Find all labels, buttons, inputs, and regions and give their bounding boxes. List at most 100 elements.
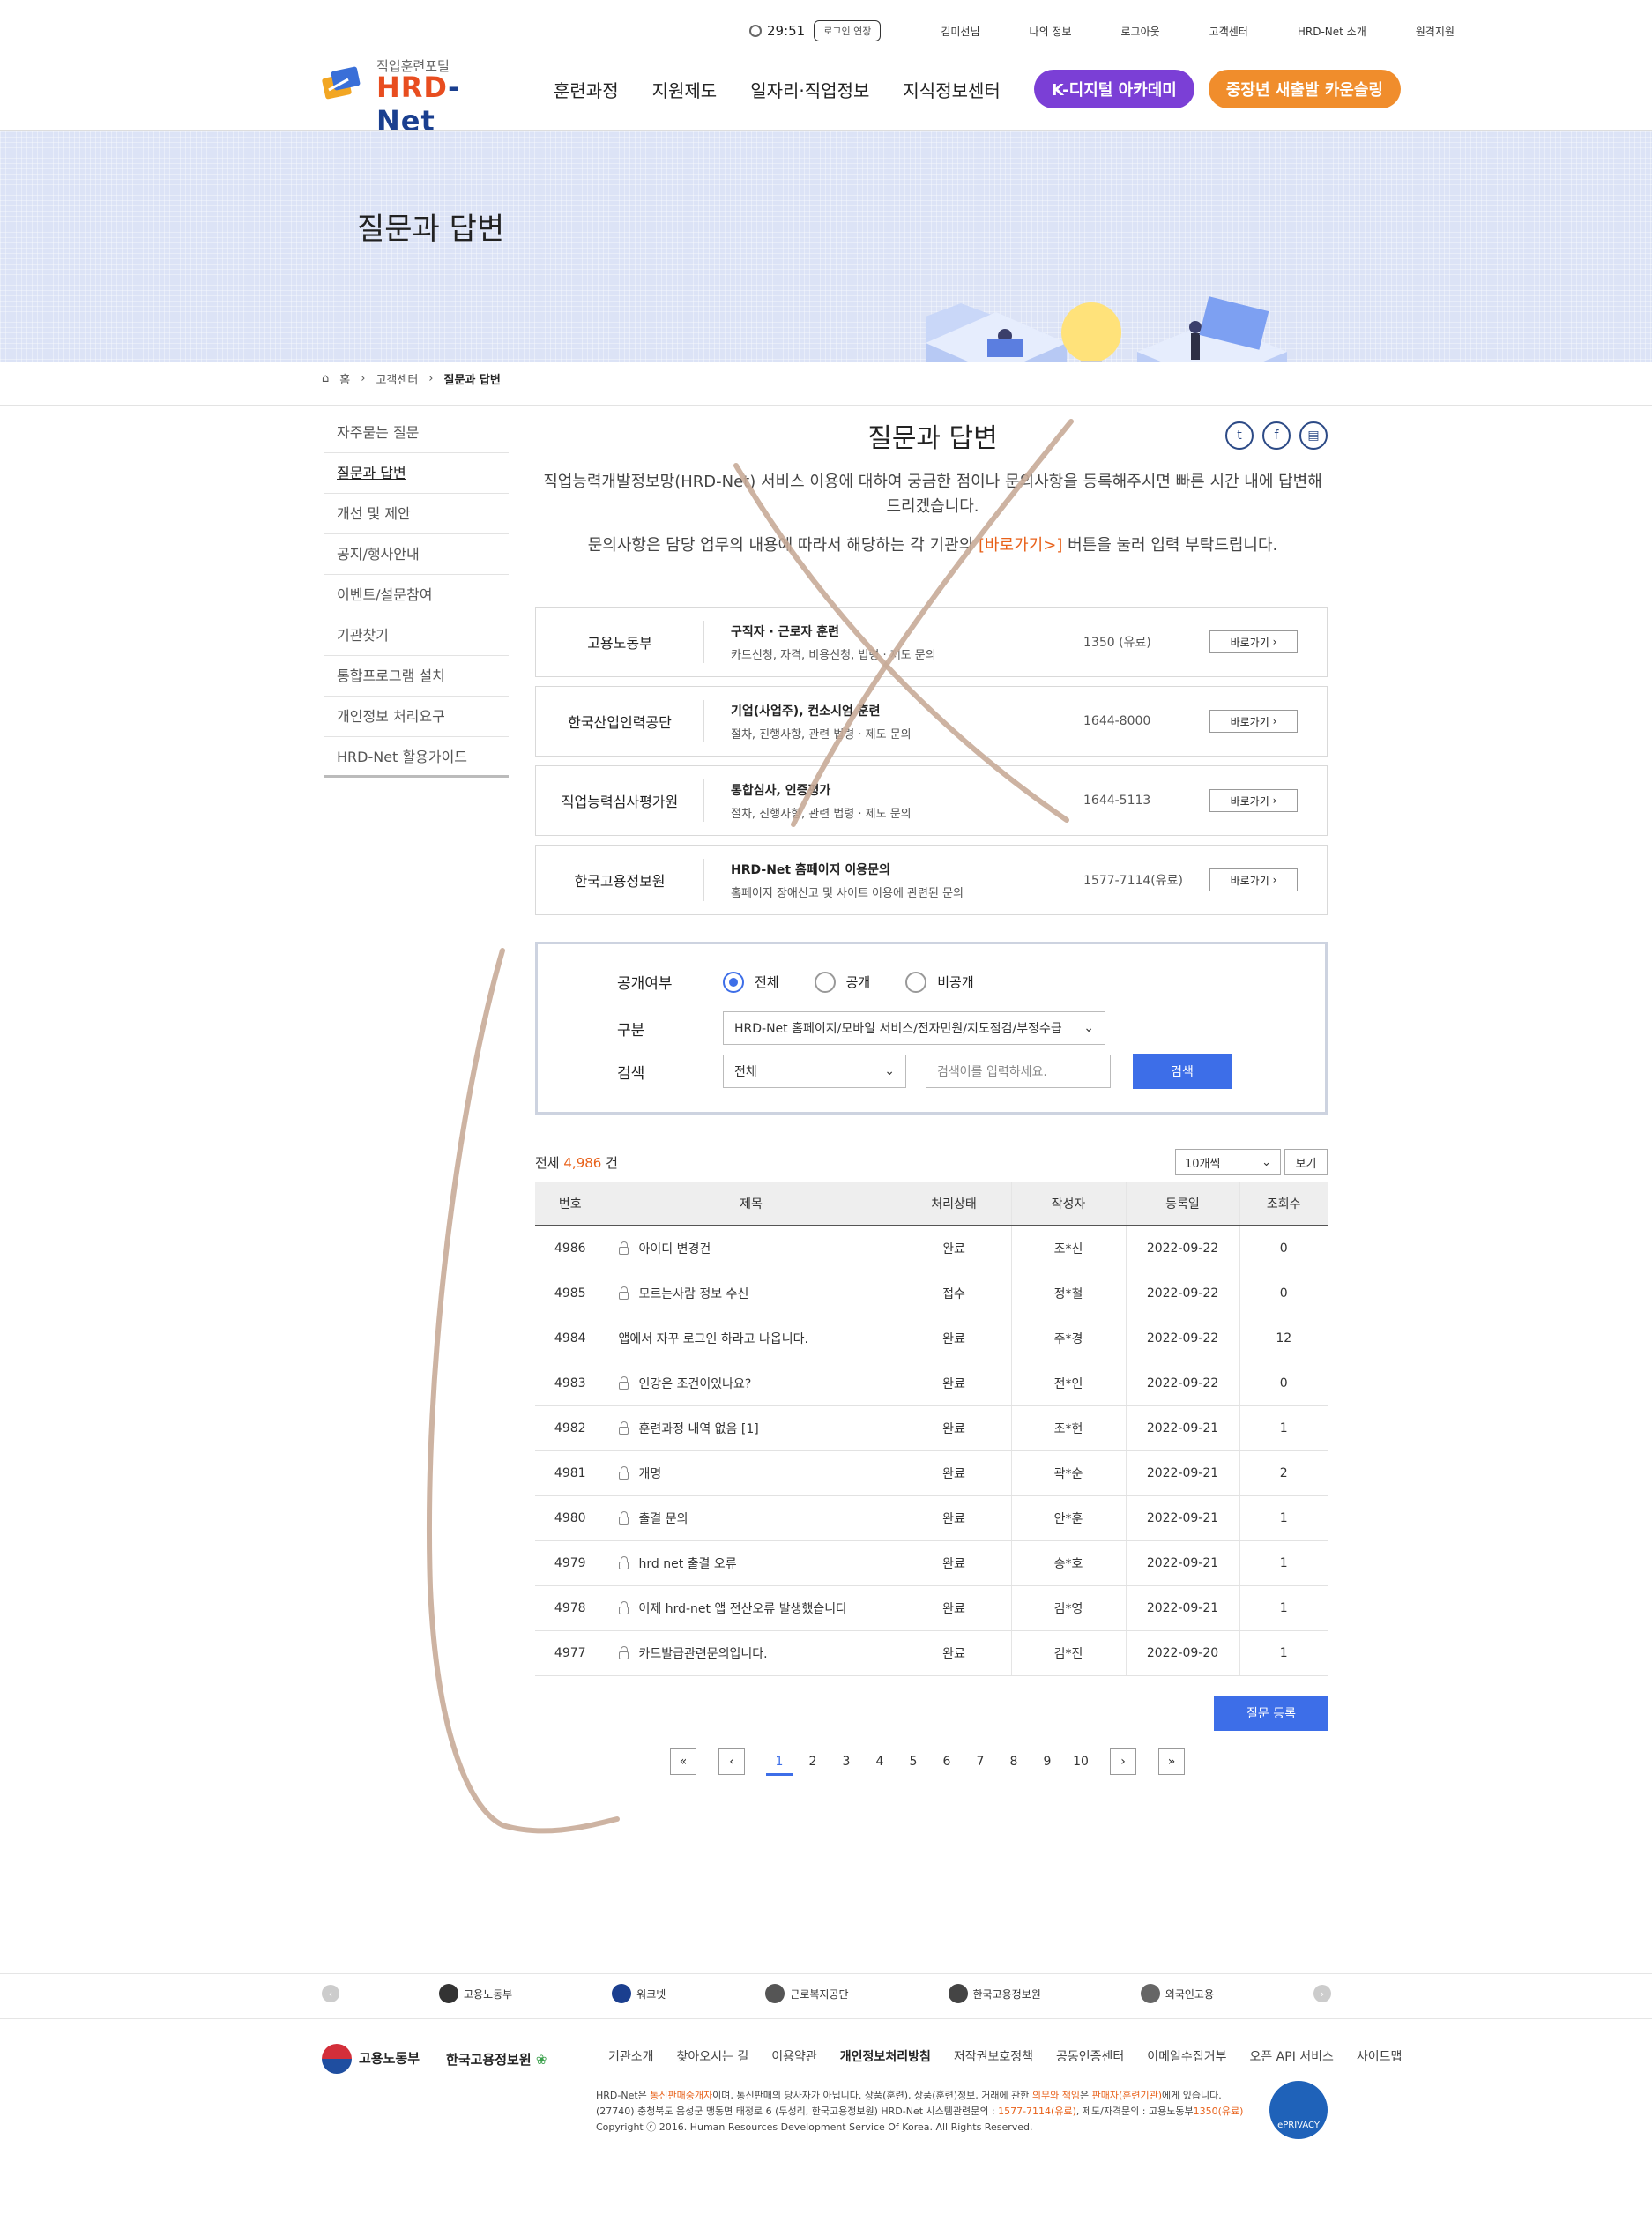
- next-page-icon[interactable]: ›: [1110, 1748, 1136, 1775]
- row-title-cell[interactable]: 개명: [605, 1450, 897, 1496]
- util-link-about[interactable]: HRD-Net 소개: [1298, 24, 1366, 39]
- page-number[interactable]: 8: [997, 1755, 1031, 1769]
- row-title[interactable]: 모르는사람 정보 수신: [639, 1287, 749, 1301]
- util-link-logout[interactable]: 로그아웃: [1121, 24, 1160, 39]
- extend-login-button[interactable]: 로그인 연장: [814, 20, 882, 41]
- row-title[interactable]: 훈련과정 내역 없음 [1]: [639, 1422, 759, 1436]
- register-question-button[interactable]: 질문 등록: [1214, 1696, 1328, 1731]
- agency-go-button[interactable]: 바로가기 ›: [1209, 710, 1298, 733]
- footer-menu-cert[interactable]: 공동인증센터: [1056, 2047, 1124, 2065]
- category-select[interactable]: HRD-Net 홈페이지/모바일 서비스/전자민원/지도점검/부정수급 ⌄: [723, 1011, 1105, 1045]
- agency-go-button[interactable]: 바로가기 ›: [1209, 630, 1298, 653]
- footer-link-worknet[interactable]: 워크넷: [612, 1984, 666, 2003]
- search-button[interactable]: 검색: [1133, 1054, 1232, 1089]
- row-title[interactable]: 출결 문의: [639, 1512, 688, 1526]
- nav-knowledge[interactable]: 지식정보센터: [903, 77, 1000, 102]
- prev-arrow-icon[interactable]: ‹: [322, 1985, 339, 2002]
- util-link-remote-support[interactable]: 원격지원: [1416, 24, 1455, 39]
- footer-menu-terms[interactable]: 이용약관: [771, 2047, 817, 2065]
- row-title-cell[interactable]: 훈련과정 내역 없음 [1]: [605, 1405, 897, 1451]
- nav-digital-academy-button[interactable]: K-디지털 아카데미: [1033, 70, 1194, 108]
- footer-link-eps[interactable]: 외국인고용: [1140, 1984, 1214, 2003]
- row-title[interactable]: 카드발급관련문의입니다.: [639, 1647, 768, 1661]
- nav-jobs[interactable]: 일자리·직업정보: [750, 77, 869, 102]
- facebook-icon[interactable]: f: [1262, 421, 1291, 450]
- footer-menu-email-refuse[interactable]: 이메일수집거부: [1147, 2047, 1226, 2065]
- table-row[interactable]: 4978 어제 hrd-net 앱 전산오류 발생했습니다 완료 김*영 2022-09…: [535, 1585, 1328, 1631]
- footer-menu-privacy[interactable]: 개인정보처리방침: [840, 2047, 931, 2065]
- last-page-icon[interactable]: »: [1158, 1748, 1185, 1775]
- footer-menu-about[interactable]: 기관소개: [608, 2047, 654, 2065]
- row-title[interactable]: hrd net 출결 오류: [639, 1557, 737, 1571]
- sidebar-item-notice[interactable]: 공지/행사안내: [324, 534, 509, 575]
- sidebar-item-guide[interactable]: HRD-Net 활용가이드: [324, 737, 509, 778]
- footer-menu-directions[interactable]: 찾아오시는 길: [677, 2047, 749, 2065]
- util-link-customer-center[interactable]: 고객센터: [1209, 24, 1248, 39]
- radio-icon[interactable]: [814, 971, 836, 993]
- util-link-my-info[interactable]: 나의 정보: [1030, 24, 1072, 39]
- table-row[interactable]: 4983 인강은 조건이있나요? 완료 전*인 2022-09-22 0: [535, 1361, 1328, 1406]
- footer-menu-open-api[interactable]: 오픈 API 서비스: [1249, 2047, 1333, 2065]
- row-title-cell[interactable]: 어제 hrd-net 앱 전산오류 발생했습니다: [605, 1585, 897, 1631]
- footer-link-keis[interactable]: 한국고용정보원: [948, 1984, 1041, 2003]
- page-number[interactable]: 7: [964, 1755, 997, 1769]
- footer-link-comwel[interactable]: 근로복지공단: [765, 1984, 849, 2003]
- row-title-cell[interactable]: 앱에서 자꾸 로그인 하라고 나옵니다.: [605, 1316, 897, 1361]
- site-logo[interactable]: 직업훈련포털 HRD-Net: [322, 55, 498, 138]
- page-number[interactable]: 9: [1031, 1755, 1064, 1769]
- sidebar-item-faq[interactable]: 자주묻는 질문: [324, 413, 509, 453]
- sidebar-item-install[interactable]: 통합프로그램 설치: [324, 656, 509, 697]
- breadcrumb-level1[interactable]: 고객센터: [376, 370, 418, 387]
- next-arrow-icon[interactable]: ›: [1313, 1985, 1331, 2002]
- twitter-icon[interactable]: t: [1225, 421, 1254, 450]
- row-title[interactable]: 개명: [639, 1467, 662, 1481]
- search-input[interactable]: 검색어를 입력하세요.: [926, 1055, 1111, 1088]
- row-title-cell[interactable]: hrd net 출결 오류: [605, 1540, 897, 1586]
- radio-all[interactable]: 전체: [723, 971, 779, 993]
- row-title-cell[interactable]: 출결 문의: [605, 1495, 897, 1541]
- view-button[interactable]: 보기: [1284, 1149, 1328, 1175]
- row-title[interactable]: 아이디 변경건: [639, 1242, 711, 1256]
- row-title[interactable]: 인강은 조건이있나요?: [639, 1377, 752, 1391]
- sidebar-item-qna[interactable]: 질문과 답변: [324, 453, 509, 494]
- radio-icon[interactable]: [905, 971, 927, 993]
- table-row[interactable]: 4977 카드발급관련문의입니다. 완료 김*진 2022-09-20 1: [535, 1630, 1328, 1676]
- sidebar-item-event[interactable]: 이벤트/설문참여: [324, 575, 509, 615]
- page-number[interactable]: 10: [1064, 1755, 1098, 1769]
- first-page-icon[interactable]: «: [670, 1748, 696, 1775]
- table-row[interactable]: 4979 hrd net 출결 오류 완료 송*호 2022-09-21 1: [535, 1540, 1328, 1586]
- row-title-cell[interactable]: 카드발급관련문의입니다.: [605, 1630, 897, 1676]
- row-title-cell[interactable]: 모르는사람 정보 수신: [605, 1271, 897, 1316]
- sidebar-item-suggestion[interactable]: 개선 및 제안: [324, 494, 509, 534]
- nav-support[interactable]: 지원제도: [652, 77, 718, 102]
- radio-public[interactable]: 공개: [814, 971, 870, 993]
- footer-menu-copyright[interactable]: 저작권보호정책: [954, 2047, 1033, 2065]
- sidebar-item-privacy-request[interactable]: 개인정보 처리요구: [324, 697, 509, 737]
- print-icon[interactable]: ▤: [1299, 421, 1328, 450]
- agency-go-button[interactable]: 바로가기 ›: [1209, 868, 1298, 891]
- agency-go-button[interactable]: 바로가기 ›: [1209, 789, 1298, 812]
- breadcrumb-home[interactable]: 홈: [339, 370, 350, 387]
- page-number[interactable]: 2: [796, 1755, 830, 1769]
- footer-link-moel[interactable]: 고용노동부: [438, 1984, 512, 2003]
- table-row[interactable]: 4982 훈련과정 내역 없음 [1] 완료 조*현 2022-09-21 1: [535, 1405, 1328, 1451]
- eprivacy-badge[interactable]: ePRIVACY: [1269, 2081, 1328, 2139]
- page-number[interactable]: 3: [830, 1755, 863, 1769]
- table-row[interactable]: 4986 아이디 변경건 완료 조*신 2022-09-22 0: [535, 1226, 1328, 1271]
- table-row[interactable]: 4980 출결 문의 완료 안*훈 2022-09-21 1: [535, 1495, 1328, 1541]
- page-number[interactable]: 6: [930, 1755, 964, 1769]
- table-row[interactable]: 4984 앱에서 자꾸 로그인 하라고 나옵니다. 완료 주*경 2022-09-22 1…: [535, 1316, 1328, 1361]
- radio-private[interactable]: 비공개: [905, 971, 974, 993]
- page-number[interactable]: 4: [863, 1755, 897, 1769]
- row-title-cell[interactable]: 아이디 변경건: [605, 1226, 897, 1271]
- table-row[interactable]: 4981 개명 완료 곽*순 2022-09-21 2: [535, 1450, 1328, 1496]
- nav-training[interactable]: 훈련과정: [554, 77, 619, 102]
- prev-page-icon[interactable]: ‹: [718, 1748, 745, 1775]
- footer-menu-sitemap[interactable]: 사이트맵: [1357, 2047, 1403, 2065]
- page-number[interactable]: 5: [897, 1755, 930, 1769]
- page-number[interactable]: 1: [763, 1755, 796, 1776]
- row-title[interactable]: 어제 hrd-net 앱 전산오류 발생했습니다: [639, 1602, 848, 1616]
- search-field-select[interactable]: 전체 ⌄: [723, 1055, 906, 1088]
- row-title[interactable]: 앱에서 자꾸 로그인 하라고 나옵니다.: [619, 1332, 808, 1346]
- sidebar-item-find-institution[interactable]: 기관찾기: [324, 615, 509, 656]
